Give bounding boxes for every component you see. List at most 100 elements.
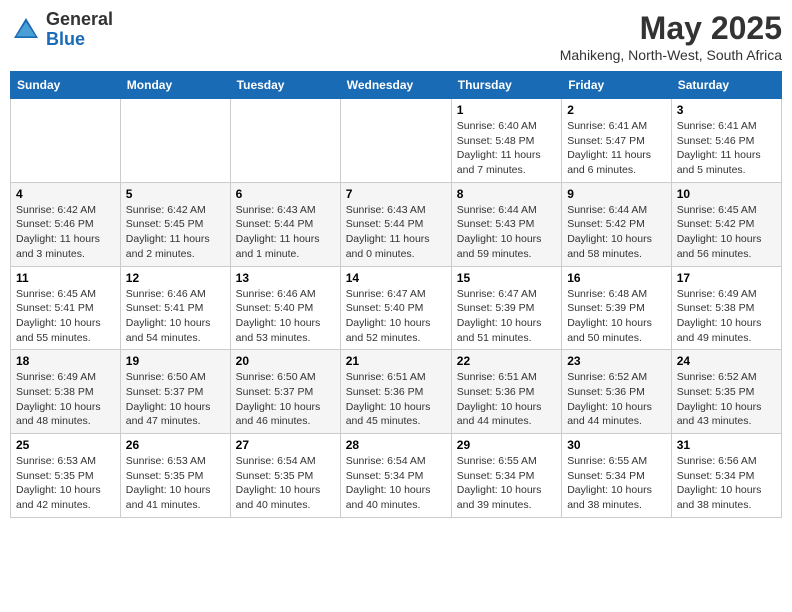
logo-blue: Blue — [46, 30, 113, 50]
calendar-cell: 6Sunrise: 6:43 AM Sunset: 5:44 PM Daylig… — [230, 182, 340, 266]
day-info: Sunrise: 6:46 AM Sunset: 5:41 PM Dayligh… — [126, 287, 225, 346]
day-number: 13 — [236, 271, 335, 285]
weekday-header-row: SundayMondayTuesdayWednesdayThursdayFrid… — [11, 72, 782, 99]
calendar-cell: 2Sunrise: 6:41 AM Sunset: 5:47 PM Daylig… — [562, 99, 672, 183]
day-number: 28 — [346, 438, 446, 452]
calendar-cell: 28 Sunrise: 6:54 AM Sunset: 5:34 PM Dayli… — [340, 434, 451, 518]
day-number: 19 — [126, 354, 225, 368]
day-info: Sunrise: 6:49 AM Sunset: 5:38 PM Dayligh… — [677, 287, 776, 346]
calendar-week-row: 18 Sunrise: 6:49 AM Sunset: 5:38 PM Dayli… — [11, 350, 782, 434]
day-info: Sunrise: 6:52 AM Sunset: 5:36 PM Dayligh… — [567, 370, 666, 429]
day-info: Sunrise: 6:56 AM Sunset: 5:34 PM Dayligh… — [677, 454, 776, 513]
day-info: Sunrise: 6:41 AM Sunset: 5:46 PM Dayligh… — [677, 119, 776, 178]
day-number: 4 — [16, 187, 115, 201]
day-info: Sunrise: 6:45 AM Sunset: 5:42 PM Dayligh… — [677, 203, 776, 262]
day-number: 7 — [346, 187, 446, 201]
day-info: Sunrise: 6:53 AM Sunset: 5:35 PM Dayligh… — [126, 454, 225, 513]
day-info: Sunrise: 6:55 AM Sunset: 5:34 PM Dayligh… — [457, 454, 556, 513]
day-info: Sunrise: 6:49 AM Sunset: 5:38 PM Dayligh… — [16, 370, 115, 429]
day-info: Sunrise: 6:50 AM Sunset: 5:37 PM Dayligh… — [126, 370, 225, 429]
day-info: Sunrise: 6:40 AM Sunset: 5:48 PM Dayligh… — [457, 119, 556, 178]
day-number: 3 — [677, 103, 776, 117]
day-number: 9 — [567, 187, 666, 201]
weekday-header: Friday — [562, 72, 672, 99]
day-info: Sunrise: 6:50 AM Sunset: 5:37 PM Dayligh… — [236, 370, 335, 429]
day-number: 31 — [677, 438, 776, 452]
calendar-cell: 16Sunrise: 6:48 AM Sunset: 5:39 PM Dayli… — [562, 266, 672, 350]
calendar-cell: 30Sunrise: 6:55 AM Sunset: 5:34 PM Dayli… — [562, 434, 672, 518]
day-number: 20 — [236, 354, 335, 368]
weekday-header: Tuesday — [230, 72, 340, 99]
calendar-cell: 14Sunrise: 6:47 AM Sunset: 5:40 PM Dayli… — [340, 266, 451, 350]
calendar-cell: 17Sunrise: 6:49 AM Sunset: 5:38 PM Dayli… — [671, 266, 781, 350]
page-header: General Blue May 2025 Mahikeng, North-We… — [10, 10, 782, 63]
calendar-cell: 4 Sunrise: 6:42 AM Sunset: 5:46 PM Daylig… — [11, 182, 121, 266]
day-number: 8 — [457, 187, 556, 201]
title-block: May 2025 Mahikeng, North-West, South Afr… — [560, 10, 782, 63]
logo-text: General Blue — [46, 10, 113, 50]
calendar-week-row: 4 Sunrise: 6:42 AM Sunset: 5:46 PM Daylig… — [11, 182, 782, 266]
location: Mahikeng, North-West, South Africa — [560, 47, 782, 63]
day-info: Sunrise: 6:54 AM Sunset: 5:34 PM Dayligh… — [346, 454, 446, 513]
calendar-cell: 25Sunrise: 6:53 AM Sunset: 5:35 PM Dayli… — [11, 434, 121, 518]
calendar-cell: 22 Sunrise: 6:51 AM Sunset: 5:36 PM Dayli… — [451, 350, 561, 434]
calendar-cell: 15Sunrise: 6:47 AM Sunset: 5:39 PM Dayli… — [451, 266, 561, 350]
day-info: Sunrise: 6:55 AM Sunset: 5:34 PM Dayligh… — [567, 454, 666, 513]
day-number: 5 — [126, 187, 225, 201]
day-info: Sunrise: 6:43 AM Sunset: 5:44 PM Dayligh… — [236, 203, 335, 262]
calendar-cell: 31 Sunrise: 6:56 AM Sunset: 5:34 PM Dayli… — [671, 434, 781, 518]
day-info: Sunrise: 6:51 AM Sunset: 5:36 PM Dayligh… — [457, 370, 556, 429]
calendar-cell — [340, 99, 451, 183]
day-number: 1 — [457, 103, 556, 117]
day-number: 23 — [567, 354, 666, 368]
calendar-cell: 8 Sunrise: 6:44 AM Sunset: 5:43 PM Daylig… — [451, 182, 561, 266]
day-number: 29 — [457, 438, 556, 452]
calendar-cell: 10 Sunrise: 6:45 AM Sunset: 5:42 PM Dayli… — [671, 182, 781, 266]
calendar-cell: 18 Sunrise: 6:49 AM Sunset: 5:38 PM Dayli… — [11, 350, 121, 434]
calendar-week-row: 1 Sunrise: 6:40 AM Sunset: 5:48 PM Daylig… — [11, 99, 782, 183]
day-number: 24 — [677, 354, 776, 368]
calendar-cell: 27 Sunrise: 6:54 AM Sunset: 5:35 PM Dayli… — [230, 434, 340, 518]
day-info: Sunrise: 6:42 AM Sunset: 5:45 PM Dayligh… — [126, 203, 225, 262]
day-info: Sunrise: 6:44 AM Sunset: 5:43 PM Dayligh… — [457, 203, 556, 262]
day-number: 11 — [16, 271, 115, 285]
calendar-cell: 20 Sunrise: 6:50 AM Sunset: 5:37 PM Dayli… — [230, 350, 340, 434]
calendar-cell: 26 Sunrise: 6:53 AM Sunset: 5:35 PM Dayli… — [120, 434, 230, 518]
weekday-header: Wednesday — [340, 72, 451, 99]
logo-general: General — [46, 10, 113, 30]
day-number: 18 — [16, 354, 115, 368]
calendar-week-row: 25Sunrise: 6:53 AM Sunset: 5:35 PM Dayli… — [11, 434, 782, 518]
day-info: Sunrise: 6:52 AM Sunset: 5:35 PM Dayligh… — [677, 370, 776, 429]
day-number: 12 — [126, 271, 225, 285]
month-title: May 2025 — [560, 10, 782, 47]
day-number: 22 — [457, 354, 556, 368]
calendar-cell: 23 Sunrise: 6:52 AM Sunset: 5:36 PM Dayli… — [562, 350, 672, 434]
calendar-cell — [230, 99, 340, 183]
calendar-table: SundayMondayTuesdayWednesdayThursdayFrid… — [10, 71, 782, 518]
day-number: 27 — [236, 438, 335, 452]
calendar-cell: 29 Sunrise: 6:55 AM Sunset: 5:34 PM Dayli… — [451, 434, 561, 518]
weekday-header: Sunday — [11, 72, 121, 99]
weekday-header: Saturday — [671, 72, 781, 99]
calendar-cell: 7 Sunrise: 6:43 AM Sunset: 5:44 PM Daylig… — [340, 182, 451, 266]
day-info: Sunrise: 6:45 AM Sunset: 5:41 PM Dayligh… — [16, 287, 115, 346]
day-number: 26 — [126, 438, 225, 452]
calendar-week-row: 11 Sunrise: 6:45 AM Sunset: 5:41 PM Dayli… — [11, 266, 782, 350]
calendar-cell: 19 Sunrise: 6:50 AM Sunset: 5:37 PM Dayli… — [120, 350, 230, 434]
calendar-cell: 1 Sunrise: 6:40 AM Sunset: 5:48 PM Daylig… — [451, 99, 561, 183]
day-number: 21 — [346, 354, 446, 368]
day-number: 16 — [567, 271, 666, 285]
day-number: 10 — [677, 187, 776, 201]
day-number: 15 — [457, 271, 556, 285]
day-info: Sunrise: 6:46 AM Sunset: 5:40 PM Dayligh… — [236, 287, 335, 346]
day-info: Sunrise: 6:53 AM Sunset: 5:35 PM Dayligh… — [16, 454, 115, 513]
calendar-cell: 11 Sunrise: 6:45 AM Sunset: 5:41 PM Dayli… — [11, 266, 121, 350]
day-info: Sunrise: 6:54 AM Sunset: 5:35 PM Dayligh… — [236, 454, 335, 513]
day-info: Sunrise: 6:42 AM Sunset: 5:46 PM Dayligh… — [16, 203, 115, 262]
day-info: Sunrise: 6:44 AM Sunset: 5:42 PM Dayligh… — [567, 203, 666, 262]
calendar-cell: 5 Sunrise: 6:42 AM Sunset: 5:45 PM Daylig… — [120, 182, 230, 266]
calendar-cell: 9 Sunrise: 6:44 AM Sunset: 5:42 PM Daylig… — [562, 182, 672, 266]
day-number: 2 — [567, 103, 666, 117]
day-info: Sunrise: 6:43 AM Sunset: 5:44 PM Dayligh… — [346, 203, 446, 262]
calendar-cell: 21Sunrise: 6:51 AM Sunset: 5:36 PM Dayli… — [340, 350, 451, 434]
